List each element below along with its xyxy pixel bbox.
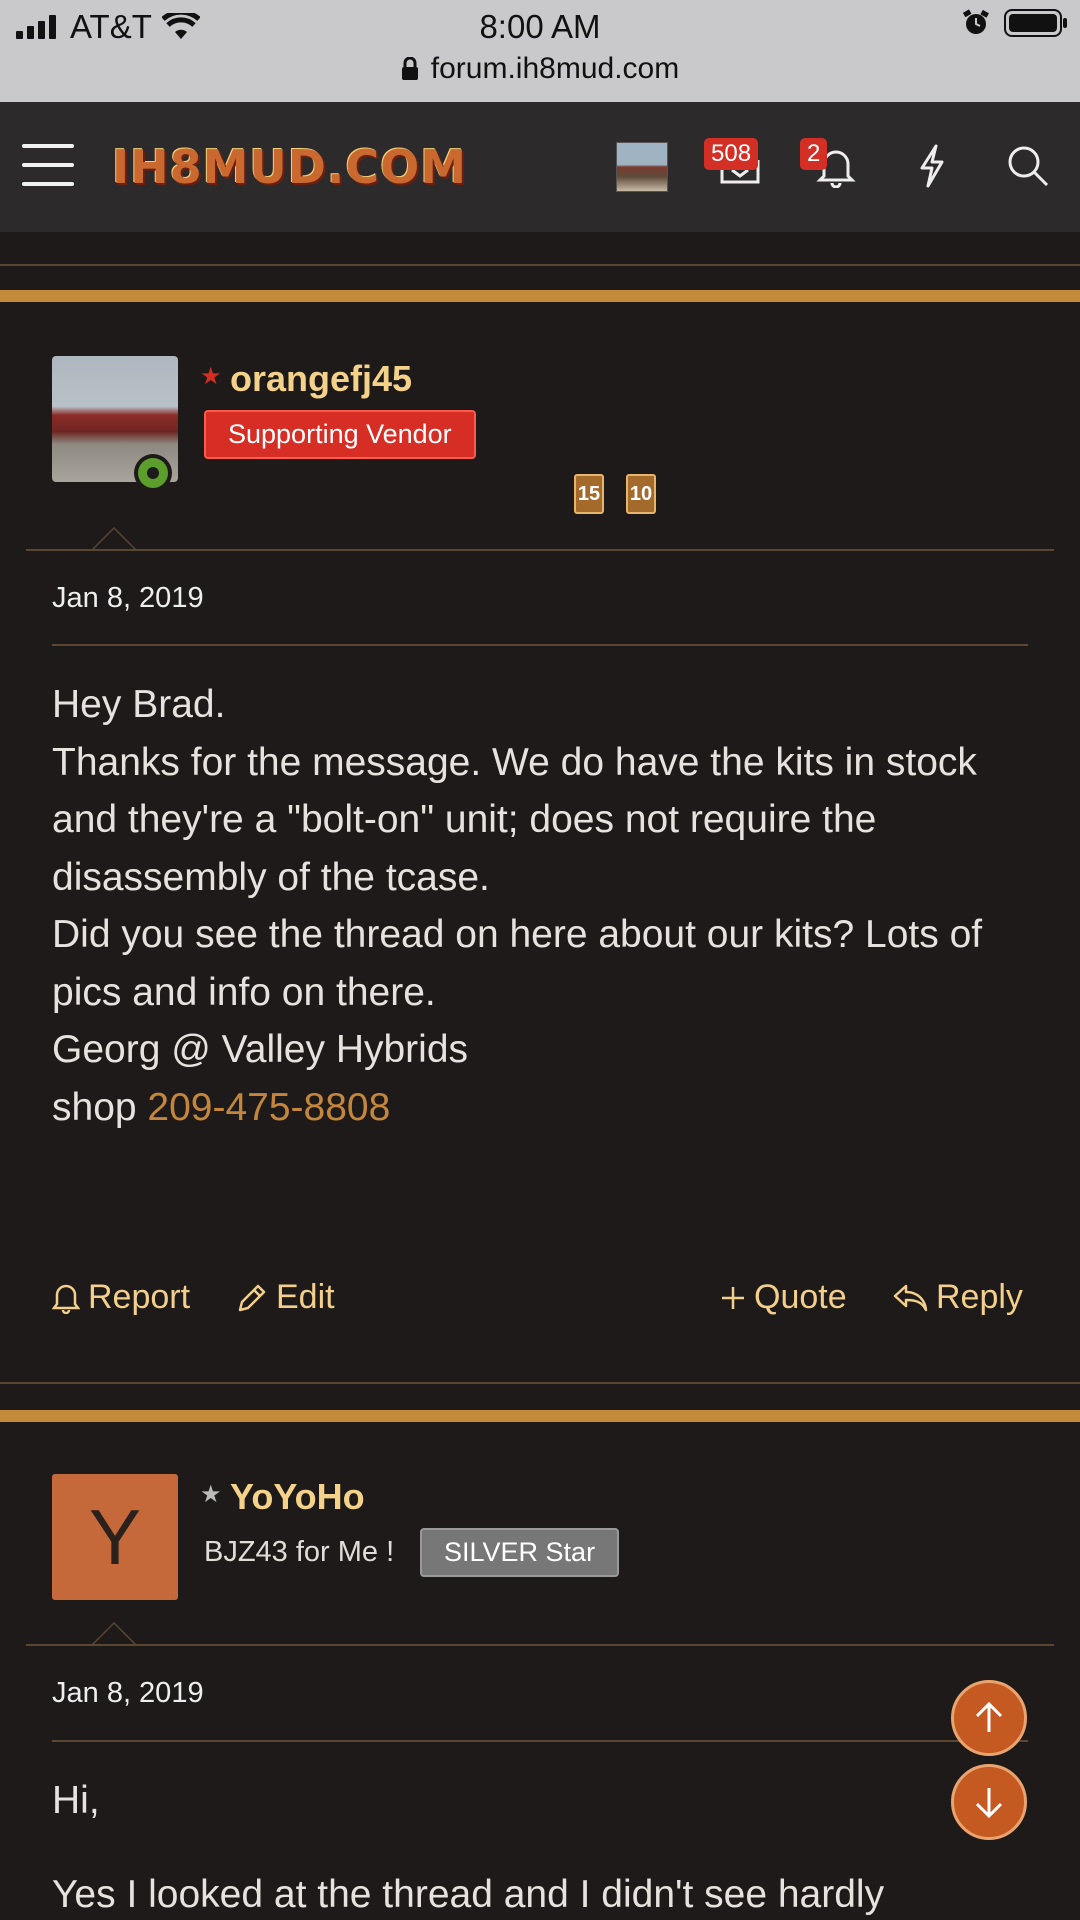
user-avatar[interactable] xyxy=(616,142,668,192)
body-line: Georg @ Valley Hybrids xyxy=(52,1028,469,1071)
online-indicator xyxy=(134,454,172,492)
edit-button[interactable]: Edit xyxy=(236,1278,335,1317)
scroll-top-button[interactable] xyxy=(951,1680,1027,1756)
url-text: forum.ih8mud.com xyxy=(430,52,680,85)
message-divider xyxy=(26,549,1054,551)
post-separator xyxy=(0,1410,1080,1422)
alerts-badge: 2 xyxy=(800,138,828,170)
divider xyxy=(0,264,1080,266)
body-line: Did you see the thread on here about our… xyxy=(52,913,983,1014)
trophy-badge[interactable]: 10 xyxy=(626,474,656,514)
message-divider xyxy=(26,1644,1054,1646)
reply-button[interactable]: Reply xyxy=(892,1278,1023,1317)
clock: 8:00 AM xyxy=(479,8,601,45)
ios-status-bar: AT&T 8:00 AM forum.ih8mud.com xyxy=(0,0,1080,102)
report-label: Report xyxy=(88,1278,191,1316)
menu-icon[interactable] xyxy=(22,144,74,188)
post-date[interactable]: Jan 8, 2019 xyxy=(52,1677,204,1710)
date-separator xyxy=(52,644,1028,646)
shop-label: shop xyxy=(52,1085,148,1129)
edit-label: Edit xyxy=(276,1278,335,1316)
arrow-down-icon xyxy=(975,1788,1003,1819)
body-line: shop 209-475-8808 xyxy=(52,1079,1032,1137)
scroll-bottom-button[interactable] xyxy=(951,1764,1027,1840)
quote-button[interactable]: Quote xyxy=(720,1278,847,1317)
reply-icon xyxy=(893,1284,928,1311)
lightning-icon xyxy=(920,144,944,188)
body-line: Hi, xyxy=(52,1779,100,1822)
user-banner: SILVER Star xyxy=(420,1528,620,1577)
pencil-icon xyxy=(238,1284,266,1311)
post-body: Hi, Yes I looked at the thread and I did… xyxy=(52,1772,1032,1920)
reply-label: Reply xyxy=(936,1278,1023,1316)
plus-icon xyxy=(722,1286,744,1309)
user-title: BJZ43 for Me ! xyxy=(204,1536,395,1568)
bell-icon xyxy=(52,1284,80,1314)
avatar[interactable]: Y xyxy=(52,1474,178,1600)
post-body: Hey Brad. Thanks for the message. We do … xyxy=(52,676,1032,1136)
post-separator xyxy=(0,290,1080,302)
inbox-badge: 508 xyxy=(704,138,759,170)
trophy-badge[interactable]: 15 xyxy=(574,474,604,514)
user-banner: Supporting Vendor xyxy=(204,410,476,459)
member-star-icon: ★ xyxy=(200,1481,222,1508)
body-line: Thanks for the message. We do have the k… xyxy=(52,740,977,899)
divider xyxy=(0,1382,1080,1384)
phone-link[interactable]: 209-475-8808 xyxy=(147,1086,390,1129)
username[interactable]: orangefj45 xyxy=(230,358,412,400)
body-line: Hey Brad. xyxy=(52,683,226,726)
search-icon xyxy=(1008,146,1049,187)
site-logo[interactable]: IH8MUD.COM xyxy=(112,140,467,194)
lock-icon xyxy=(401,57,418,80)
search-button[interactable] xyxy=(1006,144,1050,188)
date-separator xyxy=(52,1740,1028,1742)
divider-notch xyxy=(92,527,136,549)
status-right xyxy=(962,8,1068,38)
vendor-star-icon: ★ xyxy=(200,363,222,390)
body-line: Yes I looked at the thread and I didn't … xyxy=(52,1872,885,1916)
username[interactable]: YoYoHo xyxy=(230,1476,365,1518)
whats-new-button[interactable] xyxy=(910,144,954,188)
url-bar[interactable]: forum.ih8mud.com xyxy=(0,52,1080,86)
site-header: IH8MUD.COM 508 2 xyxy=(0,102,1080,232)
report-button[interactable]: Report xyxy=(52,1278,190,1317)
arrow-up-icon xyxy=(975,1701,1003,1732)
quote-label: Quote xyxy=(754,1278,847,1316)
battery-icon xyxy=(1004,9,1067,37)
divider-notch xyxy=(92,1622,136,1644)
alarm-icon xyxy=(962,9,989,34)
post-date[interactable]: Jan 8, 2019 xyxy=(52,582,204,615)
